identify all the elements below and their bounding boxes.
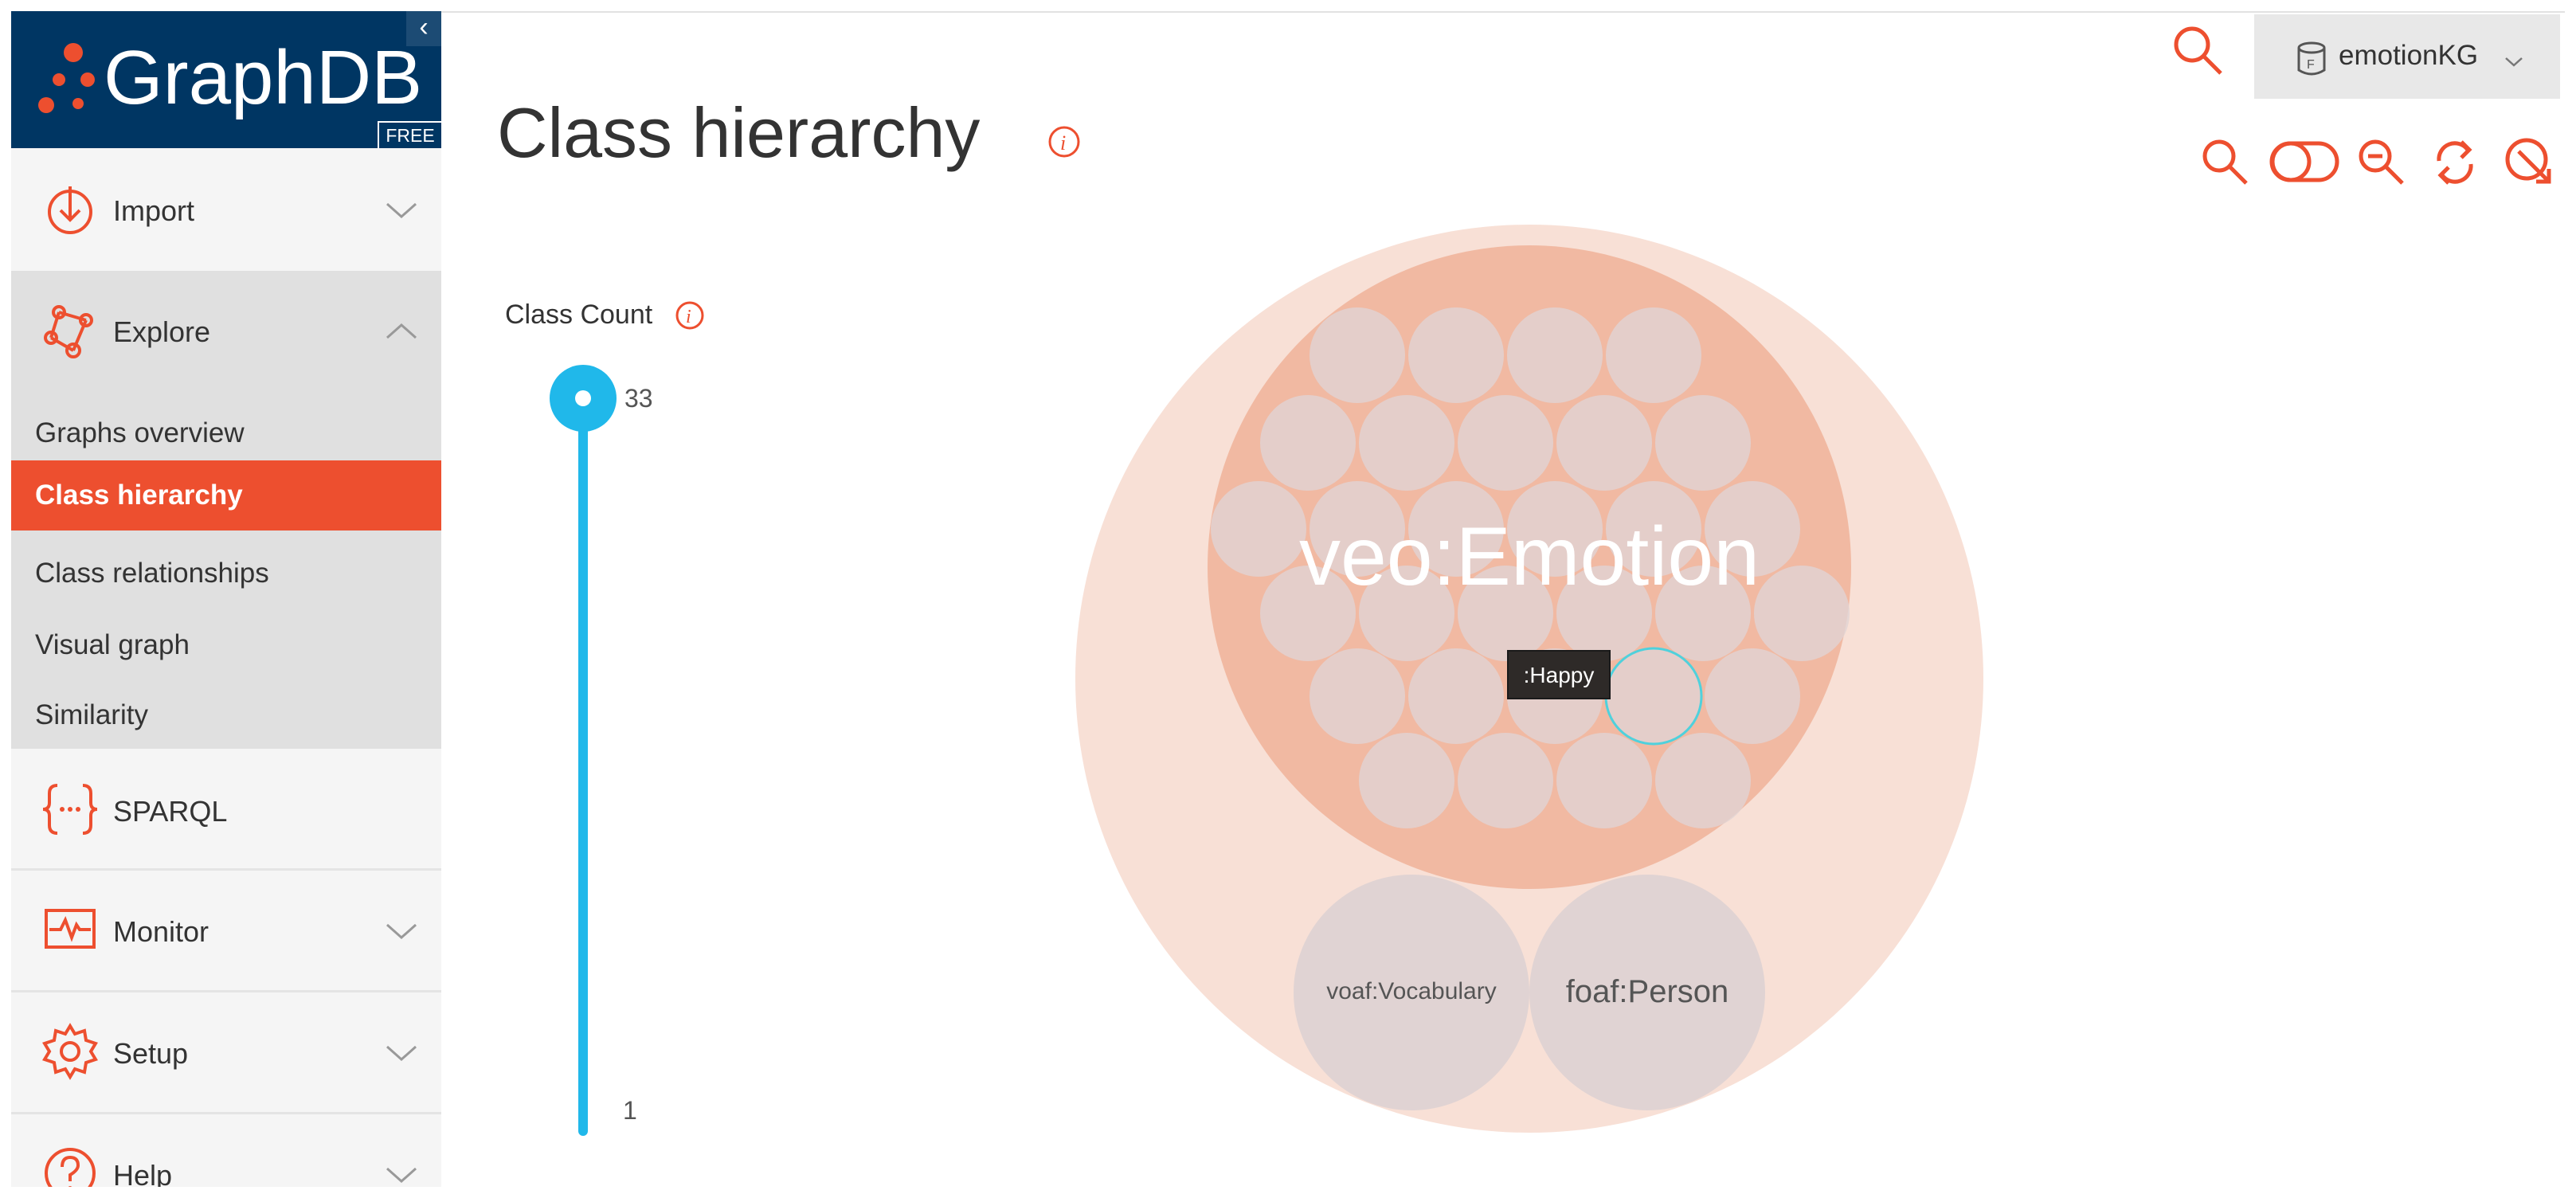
- subclass-bubble[interactable]: [1507, 307, 1603, 403]
- subclass-bubble[interactable]: [1556, 733, 1652, 828]
- subclass-bubble[interactable]: [1408, 307, 1504, 403]
- hover-tooltip: :Happy: [1507, 650, 1611, 699]
- subclass-bubble[interactable]: [1359, 733, 1454, 828]
- subclass-bubble[interactable]: [1655, 395, 1751, 491]
- subclass-bubble[interactable]: [1606, 307, 1701, 403]
- subclass-bubble[interactable]: [1359, 395, 1454, 491]
- emotion-class-label: veo:Emotion: [1299, 511, 1760, 603]
- subclass-bubble[interactable]: [1458, 395, 1553, 491]
- subclass-bubble[interactable]: [1556, 395, 1652, 491]
- subclass-bubble[interactable]: [1458, 733, 1553, 828]
- subclass-bubble[interactable]: [1655, 733, 1751, 828]
- subclass-bubble[interactable]: [1408, 648, 1504, 744]
- subclass-bubble[interactable]: [1705, 648, 1800, 744]
- class-hierarchy-graph: veo:Emotion voaf:Vocabulary foaf:Person: [1075, 225, 1983, 1133]
- subclass-bubble[interactable]: [1310, 648, 1405, 744]
- vocabulary-class-label: voaf:Vocabulary: [1326, 978, 1496, 1004]
- person-class-label: foaf:Person: [1566, 974, 1729, 1009]
- subclass-bubble[interactable]: [1754, 566, 1850, 661]
- hovered-subclass-bubble[interactable]: [1604, 647, 1703, 746]
- hover-tooltip-label: :Happy: [1523, 663, 1595, 687]
- subclass-bubble[interactable]: [1310, 307, 1405, 403]
- subclass-bubble[interactable]: [1211, 481, 1306, 577]
- subclass-bubble[interactable]: [1260, 395, 1356, 491]
